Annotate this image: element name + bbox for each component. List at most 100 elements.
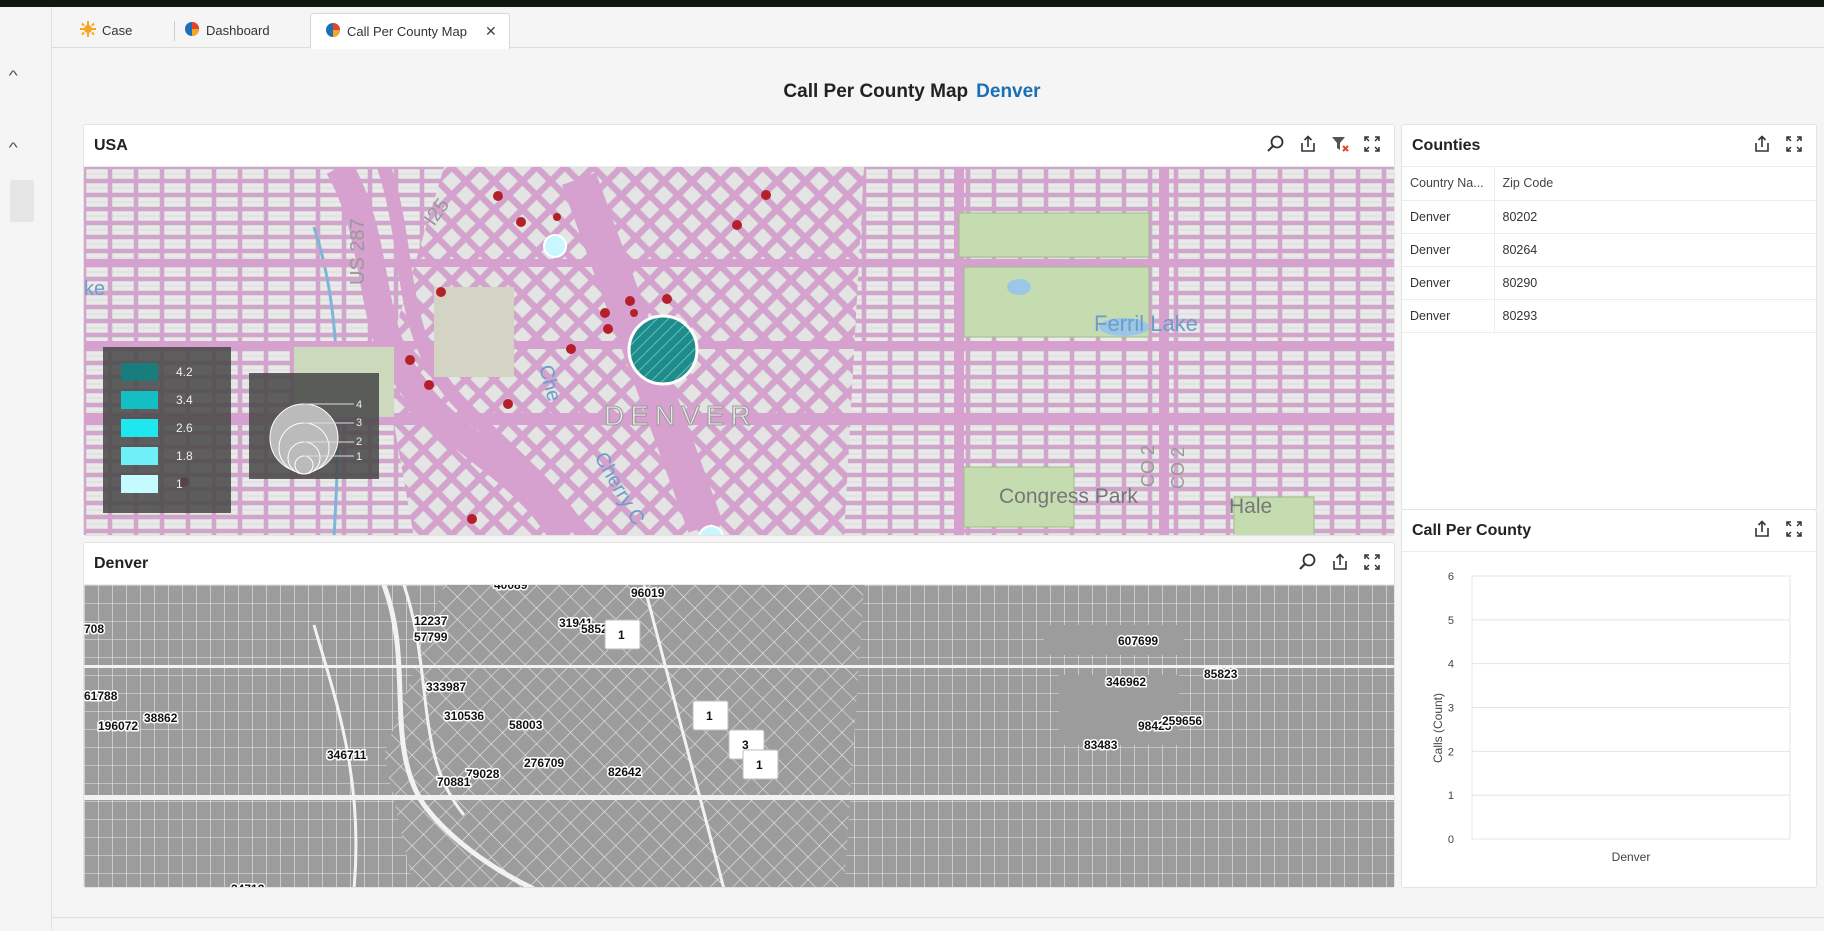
sidebar-selected-item[interactable] <box>10 180 34 222</box>
zip-label: 61788 <box>84 689 118 703</box>
cell-county: Denver <box>1402 299 1495 333</box>
legend-value: 4.2 <box>176 365 193 379</box>
page-title-accent[interactable]: Denver <box>976 81 1040 102</box>
table-row[interactable]: Denver 80202 <box>1402 200 1816 234</box>
call-per-county-chart[interactable]: 0 1 2 3 4 5 6 Denver Calls (Count) <box>1402 552 1818 887</box>
map-label-co2a: CO 2 <box>1138 445 1158 487</box>
column-header-county[interactable]: Country Na... <box>1402 167 1495 201</box>
svg-text:1: 1 <box>618 628 625 642</box>
legend-value: 3.4 <box>176 393 193 407</box>
map-label-hale: Hale <box>1229 495 1272 518</box>
usa-map[interactable]: Ferril Lake Congress Park Hale DENVER ke… <box>84 167 1394 535</box>
usa-map-panel: USA Ferril Lake Congress Park Hale DENVE… <box>83 124 1395 536</box>
panel-tools <box>1752 519 1804 539</box>
clear-filter-icon[interactable] <box>1330 134 1350 154</box>
size-legend-value: 4 <box>356 399 362 411</box>
table-row[interactable]: Denver 80264 <box>1402 233 1816 267</box>
zip-label: 708 <box>84 622 104 636</box>
legend-value: 1.8 <box>176 449 193 463</box>
page-title-main: Call Per County Map <box>783 81 969 102</box>
zip-label: 346711 <box>327 748 367 762</box>
map-marker[interactable]: 1 <box>692 700 729 731</box>
map-label-lake: Ferril Lake <box>1094 311 1198 336</box>
panel-tools <box>1298 552 1382 572</box>
tab-dashboard[interactable]: Dashboard <box>184 13 270 48</box>
call-bubble[interactable] <box>543 234 567 258</box>
export-icon[interactable] <box>1752 519 1772 539</box>
fullscreen-icon[interactable] <box>1784 134 1804 154</box>
cell-zip: 80293 <box>1494 299 1816 333</box>
cell-county: Denver <box>1402 200 1495 234</box>
tab-case[interactable]: Case <box>80 13 132 48</box>
close-icon[interactable]: ✕ <box>485 23 497 40</box>
zip-label: 310536 <box>444 709 484 723</box>
export-icon[interactable] <box>1752 134 1772 154</box>
call-per-county-panel: Call Per County 0 1 2 3 4 5 6 Denver Calls (Co… <box>1401 509 1817 888</box>
table-row[interactable]: Denver 80290 <box>1402 266 1816 300</box>
tab-separator <box>174 21 175 41</box>
tab-label: Call Per County Map <box>347 24 467 39</box>
panel-title: Call Per County <box>1412 522 1532 539</box>
zip-label: 58003 <box>509 718 543 732</box>
panel-header: Denver <box>84 543 1394 585</box>
map-marker[interactable]: 1 <box>604 619 641 650</box>
chart-y-tick-label: 0 <box>1448 834 1454 846</box>
counties-panel: Counties Country Na... Zip Code Denver 80… <box>1401 124 1817 510</box>
chart-y-tick-label: 6 <box>1448 571 1454 583</box>
chart-grid <box>1471 575 1791 840</box>
chart-y-tick-label: 1 <box>1448 790 1454 802</box>
zip-label: 5852 <box>581 622 608 636</box>
panel-title: Denver <box>94 555 149 572</box>
column-header-zip[interactable]: Zip Code <box>1494 167 1816 201</box>
panel-tools <box>1266 134 1382 154</box>
map-chart-icon <box>325 22 341 41</box>
search-icon[interactable] <box>1298 552 1318 572</box>
color-legend: 4.2 3.4 2.6 1.8 1 <box>103 347 231 513</box>
map-label-ke: ke <box>84 278 105 300</box>
zip-label: 12237 <box>414 614 448 628</box>
table-row[interactable]: Denver 80293 <box>1402 299 1816 333</box>
collapse-up-icon-2[interactable]: ^ <box>9 139 18 155</box>
panel-title: USA <box>94 137 128 154</box>
zip-label: 196072 <box>98 719 138 733</box>
chart-categories: Denver <box>1612 850 1651 864</box>
zip-label: 346962 <box>1106 675 1146 689</box>
fullscreen-icon[interactable] <box>1362 552 1382 572</box>
size-legend: 4 3 2 1 <box>249 373 379 479</box>
fullscreen-icon[interactable] <box>1362 134 1382 154</box>
legend-value: 2.6 <box>176 421 193 435</box>
size-legend-value: 3 <box>356 417 362 429</box>
map-marker[interactable]: 1 <box>742 749 779 780</box>
tab-label: Case <box>102 23 133 38</box>
export-icon[interactable] <box>1298 134 1318 154</box>
chart-y-tick-label: 2 <box>1448 746 1454 758</box>
zip-label: 259656 <box>1162 714 1202 728</box>
call-bubble-large[interactable] <box>627 314 699 386</box>
grid-header-row: Country Na... Zip Code <box>1402 167 1816 201</box>
zip-label: 82642 <box>608 765 642 779</box>
svg-text:1: 1 <box>756 758 763 772</box>
map-label-us287: US 287 <box>347 218 369 285</box>
panel-title: Counties <box>1412 137 1481 154</box>
zip-label: 276709 <box>524 756 564 770</box>
size-legend-value: 1 <box>356 451 362 463</box>
counties-grid: Country Na... Zip Code Denver 80202 Denve… <box>1402 167 1816 333</box>
cell-county: Denver <box>1402 233 1495 267</box>
denver-map-panel: Denver 40089 96019 12237 57799 31941 585… <box>83 542 1395 888</box>
zip-label: 333987 <box>426 680 466 694</box>
size-legend-value: 2 <box>356 436 362 448</box>
chart-y-ticks: 0 1 2 3 4 5 6 <box>1448 571 1454 846</box>
denver-map[interactable]: 40089 96019 12237 57799 31941 5852 708 6… <box>84 585 1394 887</box>
zip-label: 38862 <box>144 711 178 725</box>
map-label-co2b: CO 2 <box>1168 447 1188 489</box>
tab-call-per-county-map[interactable]: Call Per County Map ✕ <box>310 13 510 49</box>
status-bar <box>52 917 1824 931</box>
search-icon[interactable] <box>1266 134 1286 154</box>
cell-zip: 80290 <box>1494 266 1816 300</box>
export-icon[interactable] <box>1330 552 1350 572</box>
tab-label: Dashboard <box>206 23 270 38</box>
page-title: Call Per County Map Denver <box>0 81 1824 103</box>
dashboard-icon <box>184 21 200 40</box>
cell-zip: 80202 <box>1494 200 1816 234</box>
fullscreen-icon[interactable] <box>1784 519 1804 539</box>
